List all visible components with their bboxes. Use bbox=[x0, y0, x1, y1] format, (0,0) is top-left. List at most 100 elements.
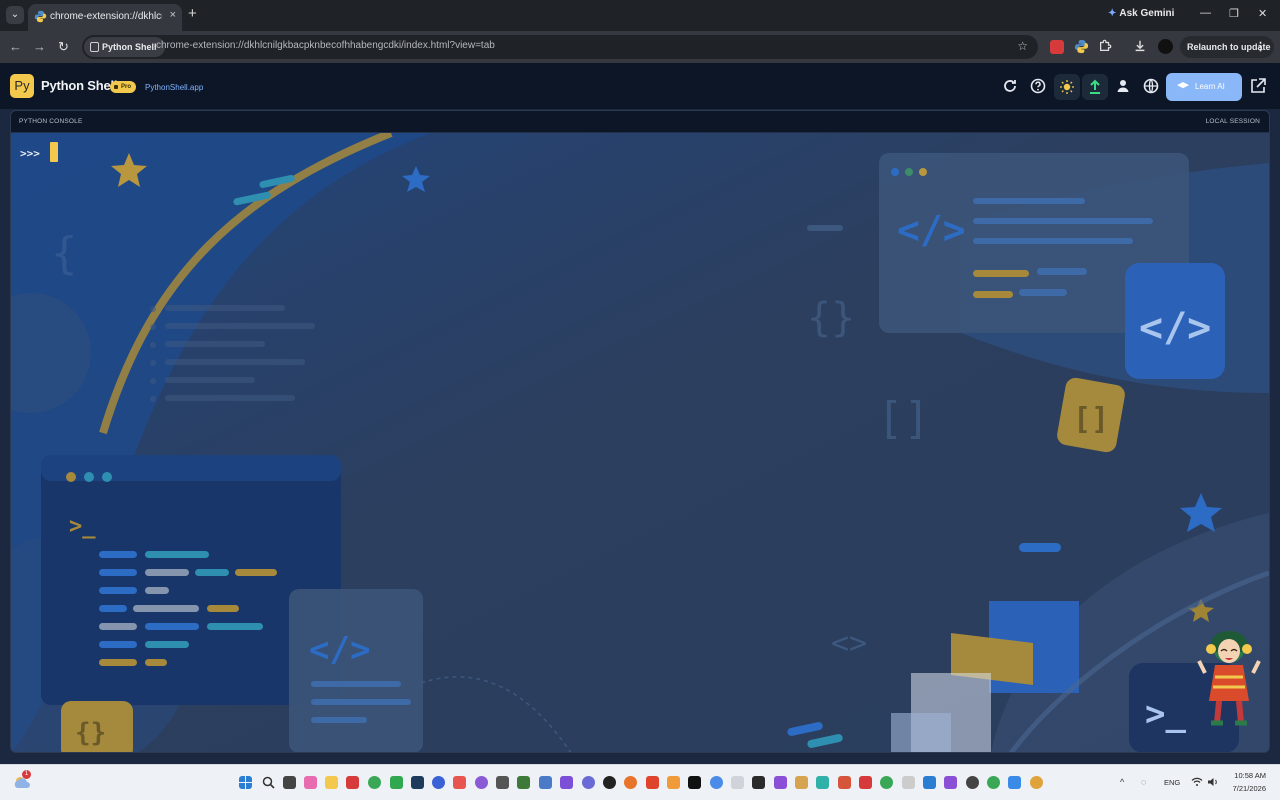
task-view-icon[interactable] bbox=[283, 776, 296, 789]
volume-icon[interactable] bbox=[1207, 777, 1219, 787]
clock-date[interactable]: 7/21/2026 bbox=[1230, 784, 1266, 793]
reload-icon[interactable]: ↻ bbox=[58, 39, 69, 55]
browser-menu-icon[interactable]: ⋮ bbox=[1255, 36, 1266, 58]
vscode-icon[interactable] bbox=[923, 776, 936, 789]
svg-text:[]: [] bbox=[877, 393, 930, 444]
url-text[interactable]: chrome-extension://dkhlcnilgkbacpknbecof… bbox=[156, 40, 495, 51]
taskbar-app-icon[interactable] bbox=[966, 776, 979, 789]
taskbar-app-icon[interactable] bbox=[688, 776, 701, 789]
address-bar[interactable]: Python Shell chrome-extension://dkhlcnil… bbox=[82, 35, 1038, 59]
taskbar-app-icon[interactable] bbox=[838, 776, 851, 789]
tab-close-icon[interactable]: × bbox=[170, 9, 176, 21]
app-site-link[interactable]: PythonShell.app bbox=[145, 83, 203, 92]
taskbar-app-icon[interactable] bbox=[752, 776, 765, 789]
search-icon[interactable] bbox=[262, 776, 275, 789]
taskbar-app-icon[interactable] bbox=[795, 776, 808, 789]
svg-text:{: { bbox=[51, 228, 78, 279]
console-prompt: >>> bbox=[20, 147, 40, 160]
notification-badge: 1 bbox=[22, 770, 31, 779]
ask-gemini-button[interactable]: ✦ Ask Gemini bbox=[1108, 8, 1174, 19]
taskbar-app-icon[interactable] bbox=[880, 776, 893, 789]
taskbar-app-icon[interactable] bbox=[667, 776, 680, 789]
learn-ai-label: Learn AI bbox=[1195, 82, 1225, 91]
extension-icon[interactable] bbox=[1050, 40, 1064, 54]
taskbar-app-icon[interactable] bbox=[346, 776, 359, 789]
language-indicator[interactable]: ENG bbox=[1164, 778, 1180, 787]
back-icon[interactable]: ← bbox=[9, 39, 22, 54]
profile-avatar[interactable] bbox=[1158, 39, 1173, 54]
taskbar-app-icon[interactable] bbox=[411, 776, 424, 789]
taskbar-app-icon[interactable] bbox=[710, 776, 723, 789]
tab-search-button[interactable]: ⌄ bbox=[6, 6, 24, 24]
start-windows-icon[interactable] bbox=[239, 776, 252, 789]
taskbar-app-icon[interactable] bbox=[1008, 776, 1021, 789]
user-icon[interactable] bbox=[1113, 76, 1133, 96]
taskbar-app-icon[interactable] bbox=[432, 776, 445, 789]
edge-icon[interactable] bbox=[816, 776, 829, 789]
mascot-character-image bbox=[1197, 631, 1261, 726]
browser-tab-strip: ⌄ chrome-extension://dkhlcnilgk × + ✦Ask… bbox=[0, 0, 1280, 31]
chrome-icon[interactable] bbox=[368, 776, 381, 789]
taskbar-app-icon[interactable] bbox=[475, 776, 488, 789]
console-cursor[interactable] bbox=[50, 142, 58, 162]
extension-page-icon bbox=[90, 42, 99, 52]
tray-app-icon[interactable]: ◌ bbox=[1141, 777, 1146, 787]
svg-text:>_: >_ bbox=[69, 514, 96, 539]
taskbar-app-icon[interactable] bbox=[539, 776, 552, 789]
firefox-icon[interactable] bbox=[624, 776, 637, 789]
taskbar-app-icon[interactable] bbox=[603, 776, 616, 789]
browser-tab[interactable]: chrome-extension://dkhlcnilgk × bbox=[28, 4, 182, 31]
forward-icon[interactable]: → bbox=[33, 39, 46, 54]
chevron-up-icon[interactable]: ^ bbox=[1120, 777, 1124, 787]
new-tab-button[interactable]: + bbox=[188, 5, 197, 22]
taskbar-app-icon[interactable] bbox=[774, 776, 787, 789]
ask-gemini-label: Ask Gemini bbox=[1119, 8, 1175, 19]
taskbar-app-icon[interactable] bbox=[304, 776, 317, 789]
svg-text:</>: </> bbox=[1139, 305, 1211, 351]
brave-icon[interactable] bbox=[646, 776, 659, 789]
taskbar-app-icon[interactable] bbox=[1030, 776, 1043, 789]
refresh-icon[interactable] bbox=[1000, 76, 1020, 96]
extensions-puzzle-icon[interactable] bbox=[1098, 39, 1112, 53]
minimize-icon[interactable]: — bbox=[1200, 7, 1211, 19]
site-info-chip[interactable]: Python Shell bbox=[84, 37, 165, 57]
app-title: Python Shell bbox=[41, 78, 118, 93]
chrome-active-icon[interactable] bbox=[987, 776, 1000, 789]
python-console-panel[interactable]: PYTHON CONSOLE LOCAL SESSION {</> </> [… bbox=[10, 110, 1270, 753]
console-background-illustration: { </> </> [] {} [] >_ {} </> <> >_ bbox=[11, 133, 1269, 752]
theme-toggle-button[interactable] bbox=[1054, 74, 1080, 100]
svg-text:{}: {} bbox=[807, 295, 855, 341]
mail-icon[interactable] bbox=[731, 776, 744, 789]
taskbar-app-icon[interactable] bbox=[902, 776, 915, 789]
visual-studio-icon[interactable] bbox=[560, 776, 573, 789]
svg-text:>_: >_ bbox=[1145, 694, 1186, 734]
download-icon[interactable] bbox=[1133, 39, 1147, 53]
taskbar-app-icon[interactable] bbox=[859, 776, 872, 789]
taskbar-app-icon[interactable] bbox=[944, 776, 957, 789]
relaunch-to-update-button[interactable]: Relaunch to update ⋮ bbox=[1180, 36, 1274, 58]
globe-icon[interactable] bbox=[1141, 76, 1161, 96]
open-external-icon[interactable] bbox=[1248, 76, 1268, 96]
svg-text:{}: {} bbox=[75, 718, 106, 748]
browser-toolbar: ← → ↻ Python Shell chrome-extension://dk… bbox=[0, 31, 1280, 63]
pro-badge: Pro bbox=[110, 81, 137, 93]
tab-title: chrome-extension://dkhlcnilgk bbox=[50, 11, 162, 22]
taskbar-app-icon[interactable] bbox=[582, 776, 595, 789]
restore-icon[interactable]: ❐ bbox=[1229, 7, 1239, 20]
taskbar-app-icon[interactable] bbox=[496, 776, 509, 789]
bookmark-star-icon[interactable]: ☆ bbox=[1017, 39, 1028, 53]
clock-time[interactable]: 10:58 AM bbox=[1230, 771, 1266, 780]
taskbar-app-icon[interactable] bbox=[453, 776, 466, 789]
upload-button[interactable] bbox=[1082, 74, 1108, 100]
learn-ai-button[interactable]: Learn AI bbox=[1166, 73, 1242, 101]
console-title-bar: PYTHON CONSOLE LOCAL SESSION bbox=[11, 111, 1269, 133]
python-extension-icon[interactable] bbox=[1074, 39, 1089, 54]
wifi-icon[interactable] bbox=[1191, 777, 1203, 787]
help-icon[interactable] bbox=[1028, 76, 1048, 96]
taskbar-app-icon[interactable] bbox=[390, 776, 403, 789]
file-explorer-icon[interactable] bbox=[325, 776, 338, 789]
windows-taskbar: 1 ^ ◌ ENG 10:58 AM 7/21/2026 bbox=[0, 764, 1280, 800]
window-close-icon[interactable]: ✕ bbox=[1258, 7, 1267, 20]
app-logo: Py bbox=[10, 74, 34, 98]
taskbar-app-icon[interactable] bbox=[517, 776, 530, 789]
